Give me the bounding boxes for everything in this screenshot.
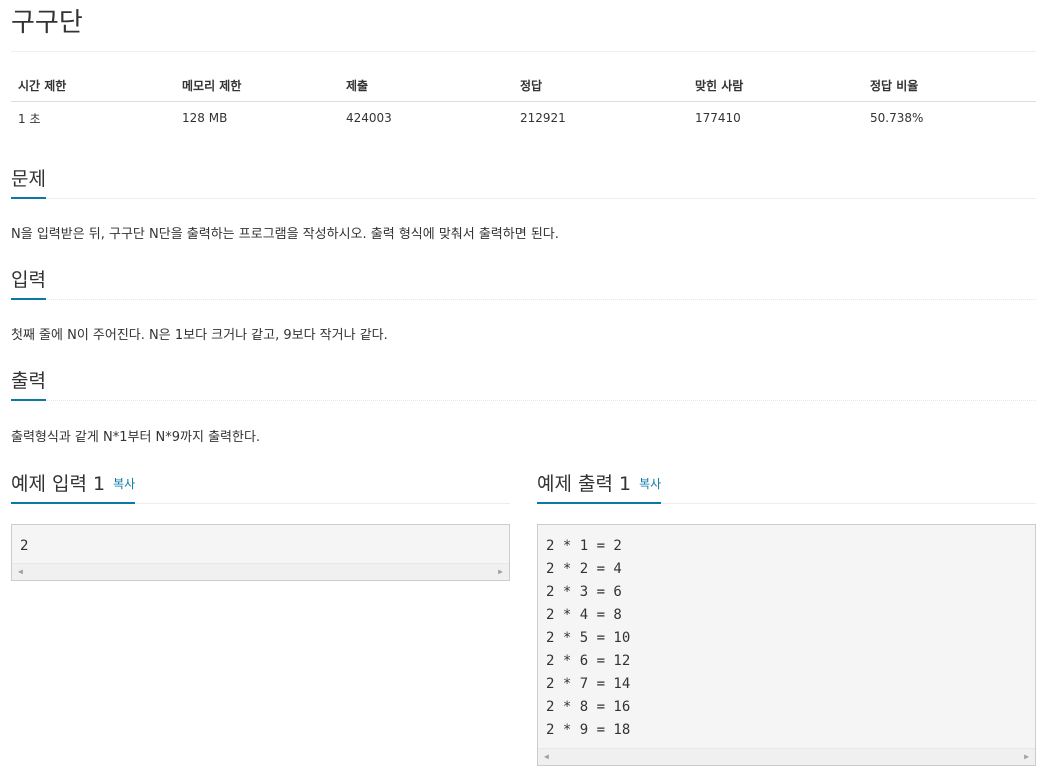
section-divider — [11, 299, 1036, 300]
value-solvers: 177410 — [695, 111, 741, 125]
table-row: 1 초 128 MB 424003 212921 177410 50.738% — [11, 102, 1036, 135]
value-memory-limit: 128 MB — [182, 111, 228, 125]
section-input: 입력 첫째 줄에 N이 주어진다. N은 1보다 크거나 같고, 9보다 작거나… — [11, 265, 1036, 343]
section-sample-output: 예제 출력 1 복사 — [537, 469, 1036, 504]
header-time-limit: 시간 제한 — [11, 70, 175, 102]
value-accept-ratio: 50.738% — [870, 111, 924, 125]
section-description: 문제 N을 입력받은 뒤, 구구단 N단을 출력하는 프로그램을 작성하시오. … — [11, 164, 1036, 242]
description-text: N을 입력받은 뒤, 구구단 N단을 출력하는 프로그램을 작성하시오. 출력 … — [11, 227, 559, 242]
value-time-limit: 1 초 — [18, 111, 41, 126]
sample-input-box[interactable]: 2 ◀ ▶ — [11, 524, 510, 581]
sample-output-heading-text: 예제 출력 1 — [537, 473, 632, 495]
sample-output-box[interactable]: 2 * 1 = 2 2 * 2 = 4 2 * 3 = 6 2 * 4 = 8 … — [537, 524, 1036, 766]
sample-output-heading: 예제 출력 1 복사 — [537, 469, 662, 504]
problem-info-table: 시간 제한 메모리 제한 제출 정답 맞힌 사람 정답 비율 1 초 128 M… — [11, 70, 1036, 134]
header-accepted: 정답 — [513, 70, 688, 102]
header-submissions: 제출 — [339, 70, 513, 102]
sample-input-heading: 예제 입력 1 복사 — [11, 469, 136, 504]
section-divider — [11, 400, 1036, 401]
value-accepted: 212921 — [520, 111, 566, 125]
section-sample-input: 예제 입력 1 복사 — [11, 469, 510, 504]
value-submissions: 424003 — [346, 111, 392, 125]
section-heading-output: 출력 — [11, 366, 46, 401]
section-output: 출력 출력형식과 같게 N*1부터 N*9까지 출력한다. — [11, 366, 1036, 445]
title-divider — [11, 51, 1036, 52]
horizontal-scrollbar[interactable]: ◀ ▶ — [12, 563, 509, 580]
output-text: 출력형식과 같게 N*1부터 N*9까지 출력한다. — [11, 430, 261, 445]
sample-input-heading-text: 예제 입력 1 — [11, 473, 106, 495]
scroll-left-arrow-icon[interactable]: ◀ — [18, 567, 23, 577]
scroll-right-arrow-icon[interactable]: ▶ — [498, 567, 503, 577]
table-header-row: 시간 제한 메모리 제한 제출 정답 맞힌 사람 정답 비율 — [11, 70, 1036, 102]
section-heading-description: 문제 — [11, 164, 46, 199]
section-divider — [11, 198, 1036, 199]
header-solvers: 맞힌 사람 — [688, 70, 863, 102]
copy-sample-input-button[interactable]: 복사 — [113, 477, 135, 491]
horizontal-scrollbar[interactable]: ◀ ▶ — [538, 748, 1035, 765]
page-title: 구구단 — [11, 8, 83, 38]
input-text: 첫째 줄에 N이 주어진다. N은 1보다 크거나 같고, 9보다 작거나 같다… — [11, 328, 388, 343]
scroll-left-arrow-icon[interactable]: ◀ — [544, 752, 549, 762]
sample-input-content: 2 — [20, 538, 29, 554]
section-heading-input: 입력 — [11, 265, 46, 300]
header-memory-limit: 메모리 제한 — [175, 70, 339, 102]
scroll-right-arrow-icon[interactable]: ▶ — [1024, 752, 1029, 762]
sample-output-content: 2 * 1 = 2 2 * 2 = 4 2 * 3 = 6 2 * 4 = 8 … — [546, 538, 631, 738]
header-accept-ratio: 정답 비율 — [863, 70, 1036, 102]
copy-sample-output-button[interactable]: 복사 — [639, 477, 661, 491]
